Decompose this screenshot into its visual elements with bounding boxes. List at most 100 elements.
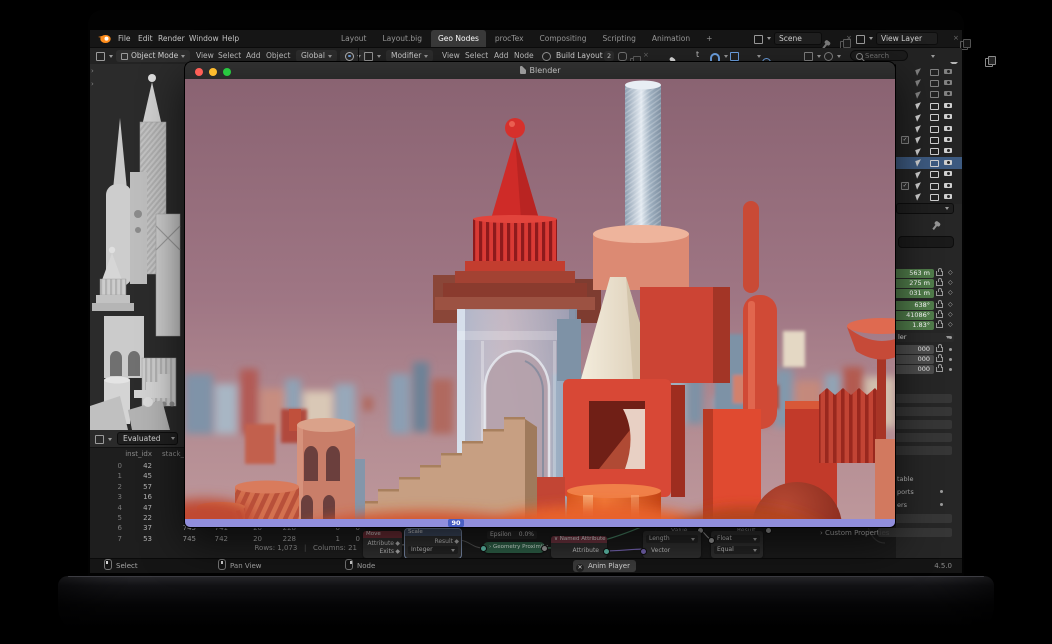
pivot-point-selector[interactable] bbox=[340, 50, 366, 62]
blender-logo-icon[interactable] bbox=[98, 34, 111, 43]
playhead-badge[interactable]: 90 bbox=[448, 519, 464, 527]
overlays-icon[interactable] bbox=[804, 52, 813, 61]
selectable-arrow-icon[interactable] bbox=[915, 182, 923, 190]
hide-viewport-monitor-icon[interactable] bbox=[930, 103, 939, 110]
fake-user-shield-icon[interactable] bbox=[618, 52, 627, 61]
parenting-toggle-icon[interactable]: t bbox=[696, 50, 699, 59]
disable-render-camera-icon[interactable] bbox=[944, 194, 952, 199]
stop-player-icon[interactable]: ✕ bbox=[576, 564, 584, 572]
anim-player-badge[interactable]: ✕Anim Player bbox=[573, 560, 636, 572]
node-scale[interactable]: Scale Result ◆ Integer bbox=[405, 529, 461, 558]
tab-geo-nodes[interactable]: Geo Nodes bbox=[431, 30, 486, 47]
editor-type-viewport-icon[interactable] bbox=[96, 52, 105, 61]
section-renders[interactable]: ers bbox=[897, 501, 907, 509]
selectable-arrow-icon[interactable] bbox=[915, 102, 923, 110]
selectable-arrow-icon[interactable] bbox=[915, 80, 923, 88]
outliner-row[interactable] bbox=[896, 112, 962, 123]
animate-diamond-icon[interactable]: ◇ bbox=[948, 321, 953, 328]
property-row[interactable] bbox=[878, 528, 952, 537]
hide-viewport-monitor-icon[interactable] bbox=[930, 160, 939, 167]
node-move[interactable]: Move Attribute Exits ◆◆ bbox=[363, 531, 402, 558]
window-titlebar[interactable]: Blender bbox=[185, 62, 895, 80]
selectable-arrow-icon[interactable] bbox=[915, 159, 923, 167]
player-timeline[interactable]: 90 bbox=[185, 519, 895, 527]
decorator-dot-icon[interactable] bbox=[940, 490, 943, 493]
socket-a-in[interactable] bbox=[708, 537, 715, 544]
animate-diamond-icon[interactable]: ◇ bbox=[948, 269, 953, 276]
outliner-row[interactable] bbox=[896, 157, 962, 168]
close-icon[interactable]: × bbox=[846, 34, 852, 42]
outliner-row[interactable] bbox=[896, 77, 962, 88]
hide-viewport-monitor-icon[interactable] bbox=[930, 183, 939, 190]
disable-render-camera-icon[interactable] bbox=[944, 80, 952, 85]
object-name-field[interactable] bbox=[898, 236, 954, 248]
chevron-down-icon[interactable] bbox=[931, 55, 935, 58]
chevron-down-icon[interactable] bbox=[109, 55, 113, 58]
selectable-arrow-icon[interactable] bbox=[915, 91, 923, 99]
lock-icon[interactable] bbox=[936, 313, 943, 318]
socket-geometry-in[interactable] bbox=[480, 545, 487, 552]
hide-viewport-monitor-icon[interactable] bbox=[930, 80, 939, 87]
section-viewports[interactable]: ports bbox=[897, 488, 914, 496]
tab-layout[interactable]: Layout bbox=[334, 30, 374, 47]
chevron-down-icon[interactable] bbox=[817, 55, 821, 58]
tab-layout-big[interactable]: Layout.big bbox=[376, 30, 430, 47]
view-layer-field[interactable]: View Layer bbox=[876, 32, 938, 45]
left-3d-viewport[interactable]: › › bbox=[90, 64, 186, 430]
chevron-down-icon[interactable] bbox=[767, 37, 771, 40]
node-compare[interactable]: Float Equal bbox=[711, 531, 763, 558]
node-epsilon-field[interactable]: Epsilon 0.0% bbox=[487, 531, 537, 539]
view-layer-browse-icon[interactable] bbox=[856, 35, 865, 44]
selectable-arrow-icon[interactable] bbox=[915, 114, 923, 122]
mode-selector[interactable]: Object Mode bbox=[116, 50, 190, 62]
hide-viewport-monitor-icon[interactable] bbox=[930, 148, 939, 155]
disable-render-camera-icon[interactable] bbox=[944, 183, 952, 188]
socket-attribute-out[interactable] bbox=[603, 548, 610, 555]
selectable-arrow-icon[interactable] bbox=[915, 194, 923, 202]
node-tree-type-selector[interactable]: Modifier bbox=[386, 50, 433, 62]
column-header-inst-idx[interactable]: inst_idx bbox=[110, 450, 152, 458]
hide-viewport-monitor-icon[interactable] bbox=[930, 137, 939, 144]
outliner-row[interactable] bbox=[896, 66, 962, 77]
lock-icon[interactable] bbox=[936, 347, 943, 352]
hide-viewport-monitor-icon[interactable] bbox=[930, 91, 939, 98]
node-scale-dropdown[interactable]: Integer bbox=[408, 546, 458, 554]
disable-render-camera-icon[interactable] bbox=[944, 91, 952, 96]
decorator-dot-icon[interactable] bbox=[949, 368, 952, 371]
socket-result-out[interactable] bbox=[765, 527, 772, 534]
outliner-row[interactable]: ✓ bbox=[896, 134, 962, 145]
chevron-down-icon[interactable] bbox=[837, 55, 841, 58]
selectable-arrow-icon[interactable] bbox=[915, 171, 923, 179]
hide-viewport-monitor-icon[interactable] bbox=[930, 126, 939, 133]
outliner-row[interactable] bbox=[896, 169, 962, 180]
chevron-down-icon[interactable] bbox=[757, 55, 761, 58]
disable-render-camera-icon[interactable] bbox=[944, 137, 952, 142]
disable-render-camera-icon[interactable] bbox=[944, 171, 952, 176]
outliner-row[interactable] bbox=[896, 89, 962, 100]
node-named-attribute-title[interactable]: ∨ Named Attribute bbox=[551, 536, 607, 543]
visibility-checkbox[interactable]: ✓ bbox=[901, 182, 909, 190]
decorator-dot-icon[interactable] bbox=[949, 336, 952, 339]
properties-pin-icon[interactable] bbox=[932, 224, 937, 230]
snap-with-icon[interactable] bbox=[730, 52, 739, 61]
menu-help[interactable]: Help bbox=[218, 30, 243, 47]
tab-proctex[interactable]: procTex bbox=[488, 30, 531, 47]
lock-icon[interactable] bbox=[936, 291, 943, 296]
node-named-attribute[interactable]: ∨ Named Attribute Attribute bbox=[551, 536, 607, 558]
menu-file[interactable]: File bbox=[114, 30, 135, 47]
chevron-down-icon[interactable] bbox=[108, 438, 112, 441]
lock-icon[interactable] bbox=[936, 357, 943, 362]
visibility-checkbox[interactable]: ✓ bbox=[901, 136, 909, 144]
users-count-badge[interactable]: 2 bbox=[604, 51, 614, 61]
node-geometry-proximity[interactable]: › Geometry Proximity bbox=[483, 542, 545, 553]
selectable-arrow-icon[interactable] bbox=[915, 68, 923, 76]
socket-distance-out[interactable] bbox=[541, 545, 548, 552]
menu-render[interactable]: Render bbox=[154, 30, 189, 47]
socket-vector-in[interactable] bbox=[640, 548, 647, 555]
scene-browse-icon[interactable] bbox=[754, 35, 763, 44]
chevron-down-icon[interactable] bbox=[377, 55, 381, 58]
node-scale-title[interactable]: Scale bbox=[405, 529, 461, 536]
selectable-arrow-icon[interactable] bbox=[915, 148, 923, 156]
new-collection-icon[interactable] bbox=[985, 58, 993, 67]
animate-diamond-icon[interactable]: ◇ bbox=[948, 301, 953, 308]
